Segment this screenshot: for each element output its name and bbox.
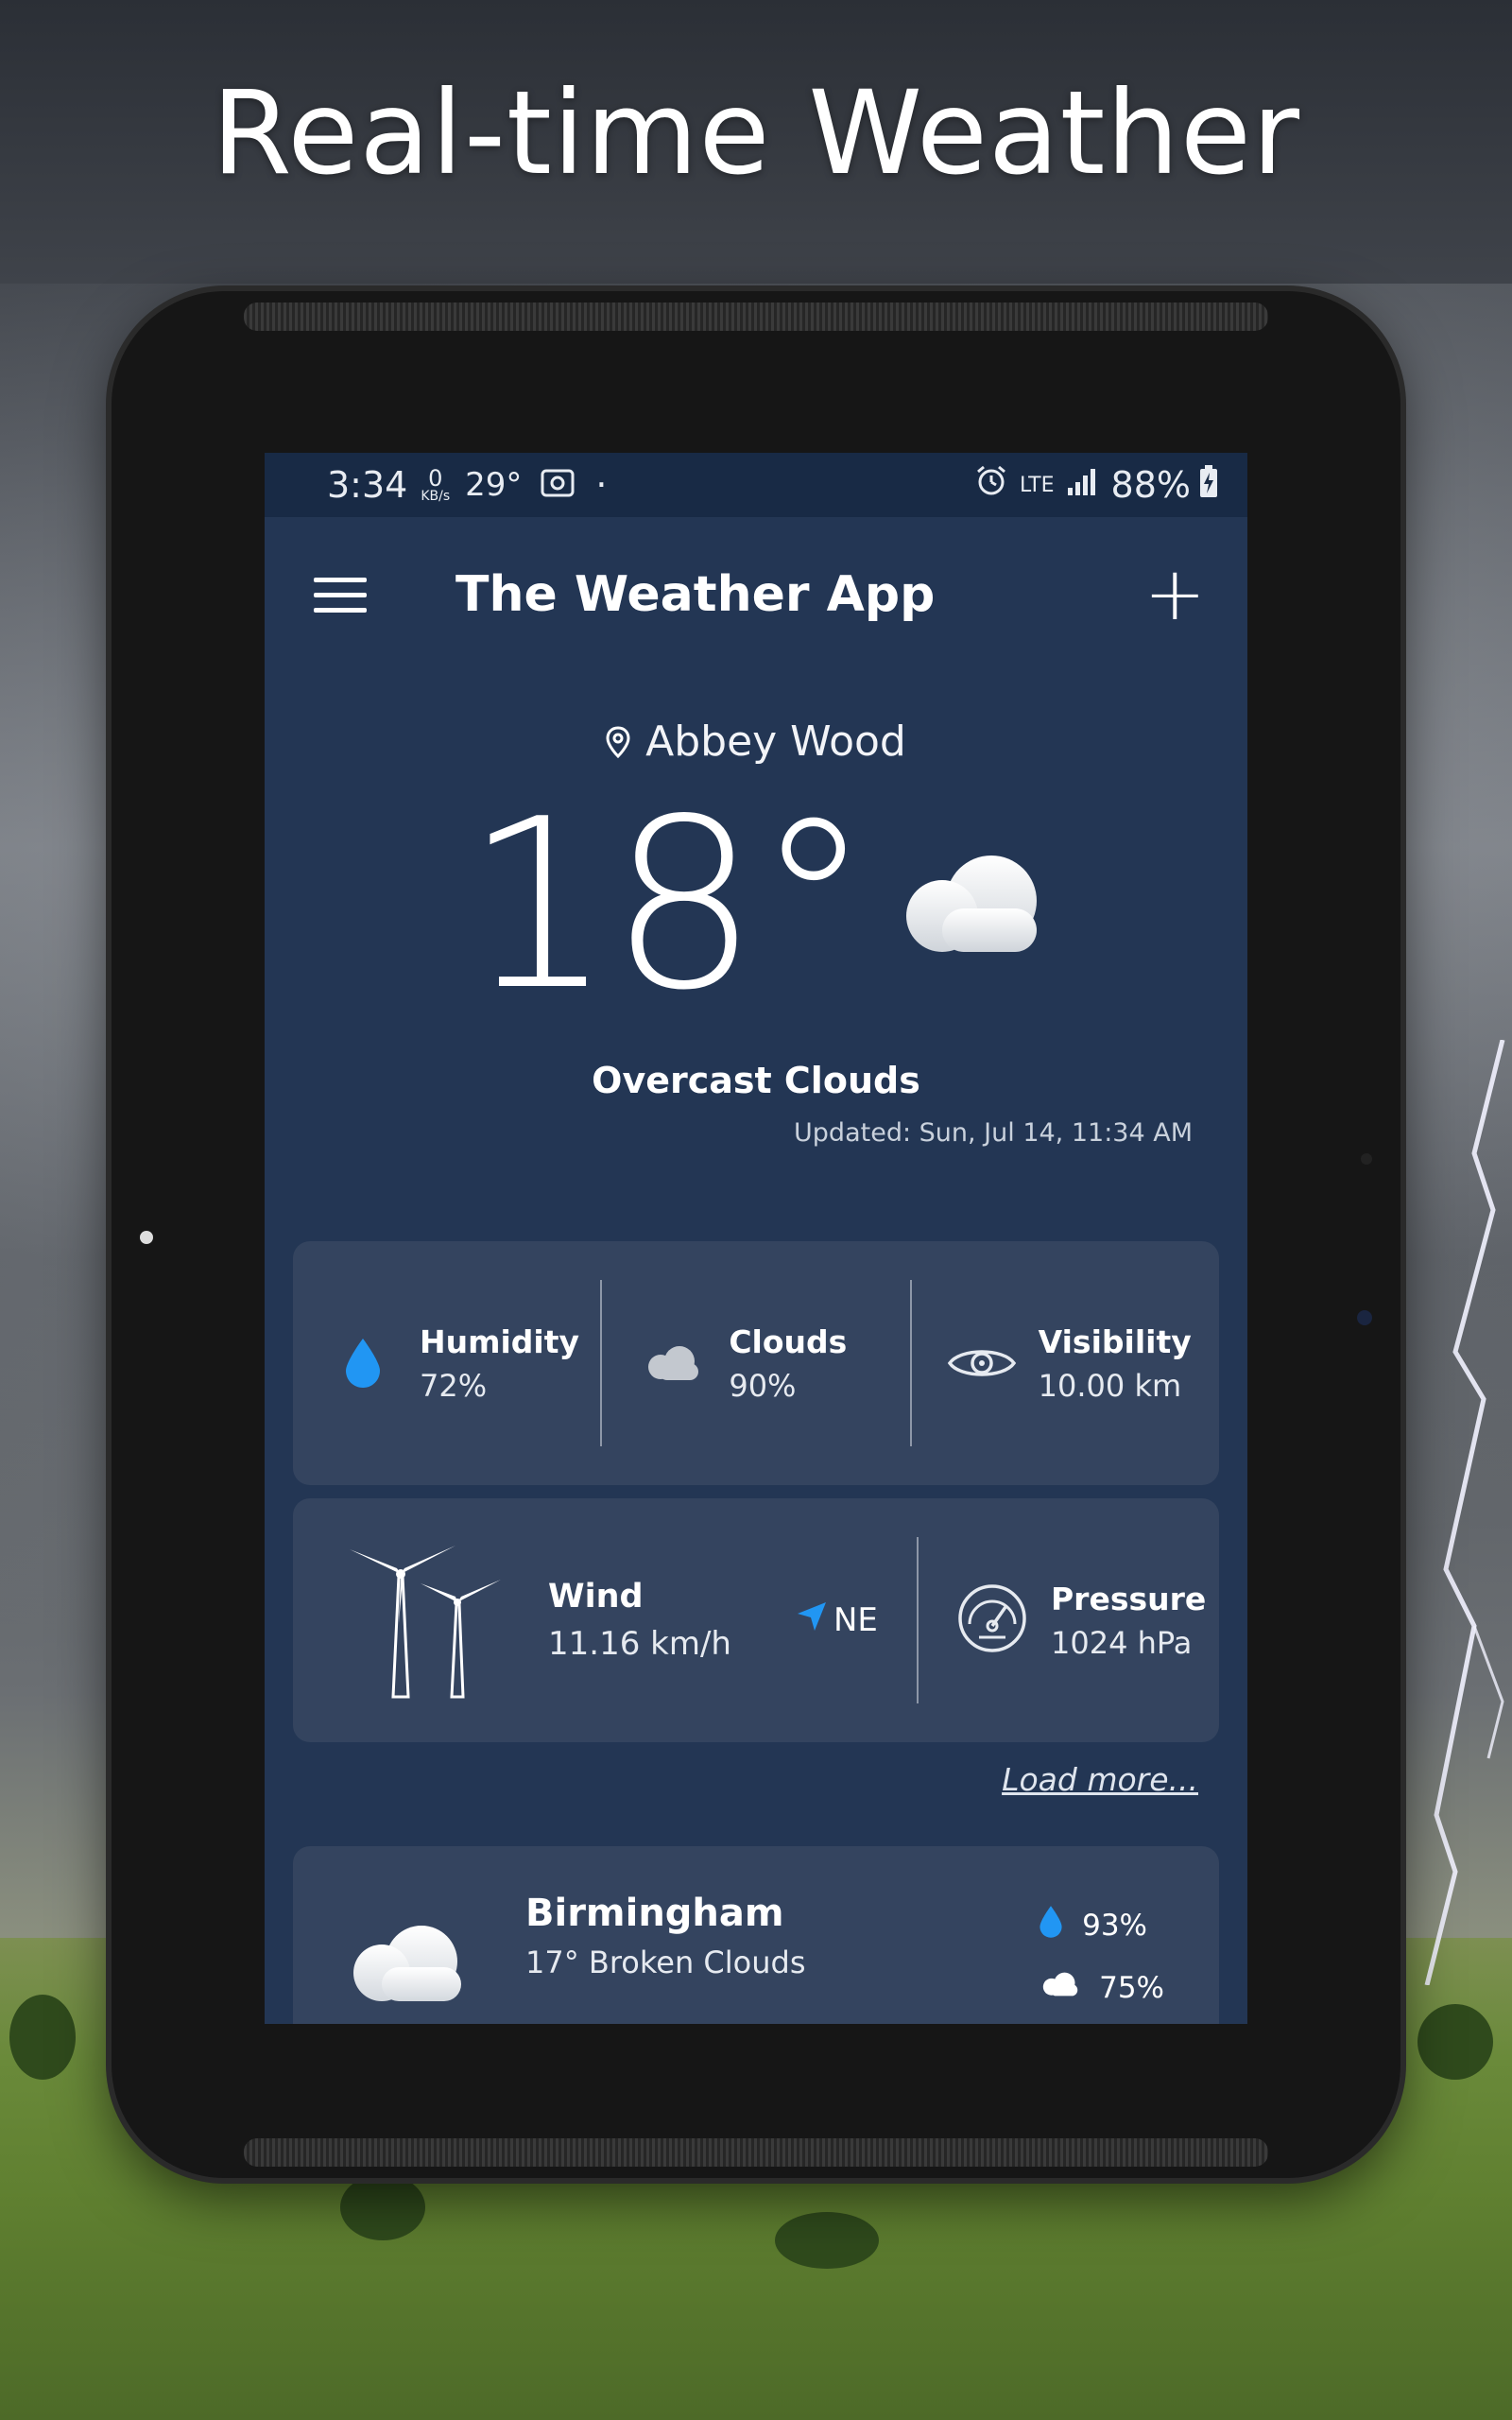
eye-icon	[946, 1342, 1018, 1384]
pressure-label: Pressure	[1051, 1580, 1207, 1617]
lightning-bolt	[1424, 1040, 1505, 1985]
wind-direction-value: NE	[833, 1601, 878, 1639]
data-rate-value: 0	[428, 465, 443, 492]
visibility-metric: Visibility 10.00 km	[909, 1280, 1219, 1446]
front-camera	[1357, 1310, 1372, 1325]
battery-charging-icon	[1198, 464, 1219, 507]
clouds-metric: Clouds 90%	[600, 1280, 909, 1446]
saved-city-card[interactable]: Birmingham 17° Broken Clouds 93% 75%	[293, 1846, 1219, 2024]
city-cloud-icon	[348, 1922, 465, 2007]
metrics-card: Humidity 72% Clouds 90% Visibility 10.00…	[293, 1241, 1219, 1485]
city-info: Birmingham 17° Broken Clouds	[525, 1892, 805, 1980]
updated-timestamp: Updated: Sun, Jul 14, 11:34 AM	[794, 1117, 1193, 1148]
wind-direction: NE	[796, 1600, 878, 1641]
speaker-grille-top	[244, 302, 1268, 331]
promo-headline: Real-time Weather	[211, 66, 1301, 200]
hamburger-menu-icon[interactable]	[314, 577, 367, 613]
app-title: The Weather App	[455, 566, 936, 623]
speaker-grille-bottom	[244, 2138, 1268, 2167]
sensor	[1361, 1153, 1372, 1165]
clouds-value: 90%	[729, 1367, 797, 1404]
camera-dot	[140, 1231, 153, 1244]
background-tree	[1418, 2004, 1493, 2080]
data-rate: 0 KB/s	[421, 467, 450, 503]
current-temperature: 18°	[464, 769, 872, 1042]
water-drop-icon	[1039, 1905, 1063, 1946]
wind-pressure-card: Wind 11.16 km/h NE Pressure 1024 hPa	[293, 1498, 1219, 1742]
alarm-icon	[974, 464, 1008, 507]
humidity-label: Humidity	[420, 1322, 580, 1360]
city-description: 17° Broken Clouds	[525, 1945, 806, 1980]
app-toolbar: The Weather App +	[265, 517, 1247, 672]
network-type: LTE	[1019, 473, 1055, 497]
status-temp: 29°	[465, 466, 523, 504]
gauge-icon	[956, 1582, 1028, 1658]
signal-icon	[1066, 464, 1098, 506]
background-tree	[775, 2212, 879, 2269]
current-location[interactable]: Abbey Wood	[265, 717, 1247, 769]
visibility-label: Visibility	[1038, 1322, 1192, 1360]
navigation-arrow-icon	[796, 1600, 828, 1641]
wind-value: 11.16 km/h	[548, 1625, 731, 1663]
load-more-link[interactable]: Load more...	[1002, 1761, 1198, 1798]
tablet-frame: 3:34 0 KB/s 29° · LTE 88% The Weather Ap…	[112, 291, 1400, 2178]
clouds-icon	[1039, 1971, 1080, 2005]
pressure-metric: Pressure 1024 hPa	[917, 1537, 1219, 1703]
location-pin-icon	[606, 720, 630, 769]
wind-metric: Wind 11.16 km/h NE	[293, 1537, 917, 1703]
city-clouds: 75%	[1039, 1971, 1164, 2005]
clouds-label: Clouds	[729, 1322, 848, 1360]
water-drop-icon	[327, 1337, 399, 1390]
status-bar: 3:34 0 KB/s 29° · LTE 88%	[265, 453, 1247, 517]
status-time: 3:34	[327, 464, 408, 506]
humidity-metric: Humidity 72%	[293, 1280, 600, 1446]
weather-condition: Overcast Clouds	[592, 1059, 920, 1101]
background-tree	[9, 1995, 76, 2080]
cloud-icon	[897, 852, 1048, 959]
clouds-icon	[636, 1344, 708, 1382]
humidity-value: 72%	[420, 1367, 488, 1404]
wind-label: Wind	[548, 1578, 644, 1616]
background-tree	[340, 2174, 425, 2240]
city-humidity: 93%	[1039, 1905, 1164, 1946]
visibility-value: 10.00 km	[1038, 1367, 1182, 1404]
app-screen: 3:34 0 KB/s 29° · LTE 88% The Weather Ap…	[265, 453, 1247, 2024]
temperature-row: 18°	[265, 788, 1247, 1023]
pressure-value: 1024 hPa	[1051, 1624, 1193, 1661]
add-location-icon[interactable]: +	[1144, 558, 1206, 631]
city-humidity-value: 93%	[1082, 1909, 1147, 1943]
notification-dot: ·	[595, 464, 608, 506]
city-name: Birmingham	[525, 1892, 784, 1935]
data-rate-unit: KB/s	[421, 489, 451, 504]
location-name: Abbey Wood	[645, 717, 906, 766]
camera-notification-icon	[541, 464, 575, 506]
battery-percent: 88%	[1110, 464, 1191, 506]
wind-turbine-icon	[350, 1538, 510, 1703]
city-clouds-value: 75%	[1099, 1971, 1164, 2005]
city-stats: 93% 75%	[1039, 1905, 1164, 2024]
